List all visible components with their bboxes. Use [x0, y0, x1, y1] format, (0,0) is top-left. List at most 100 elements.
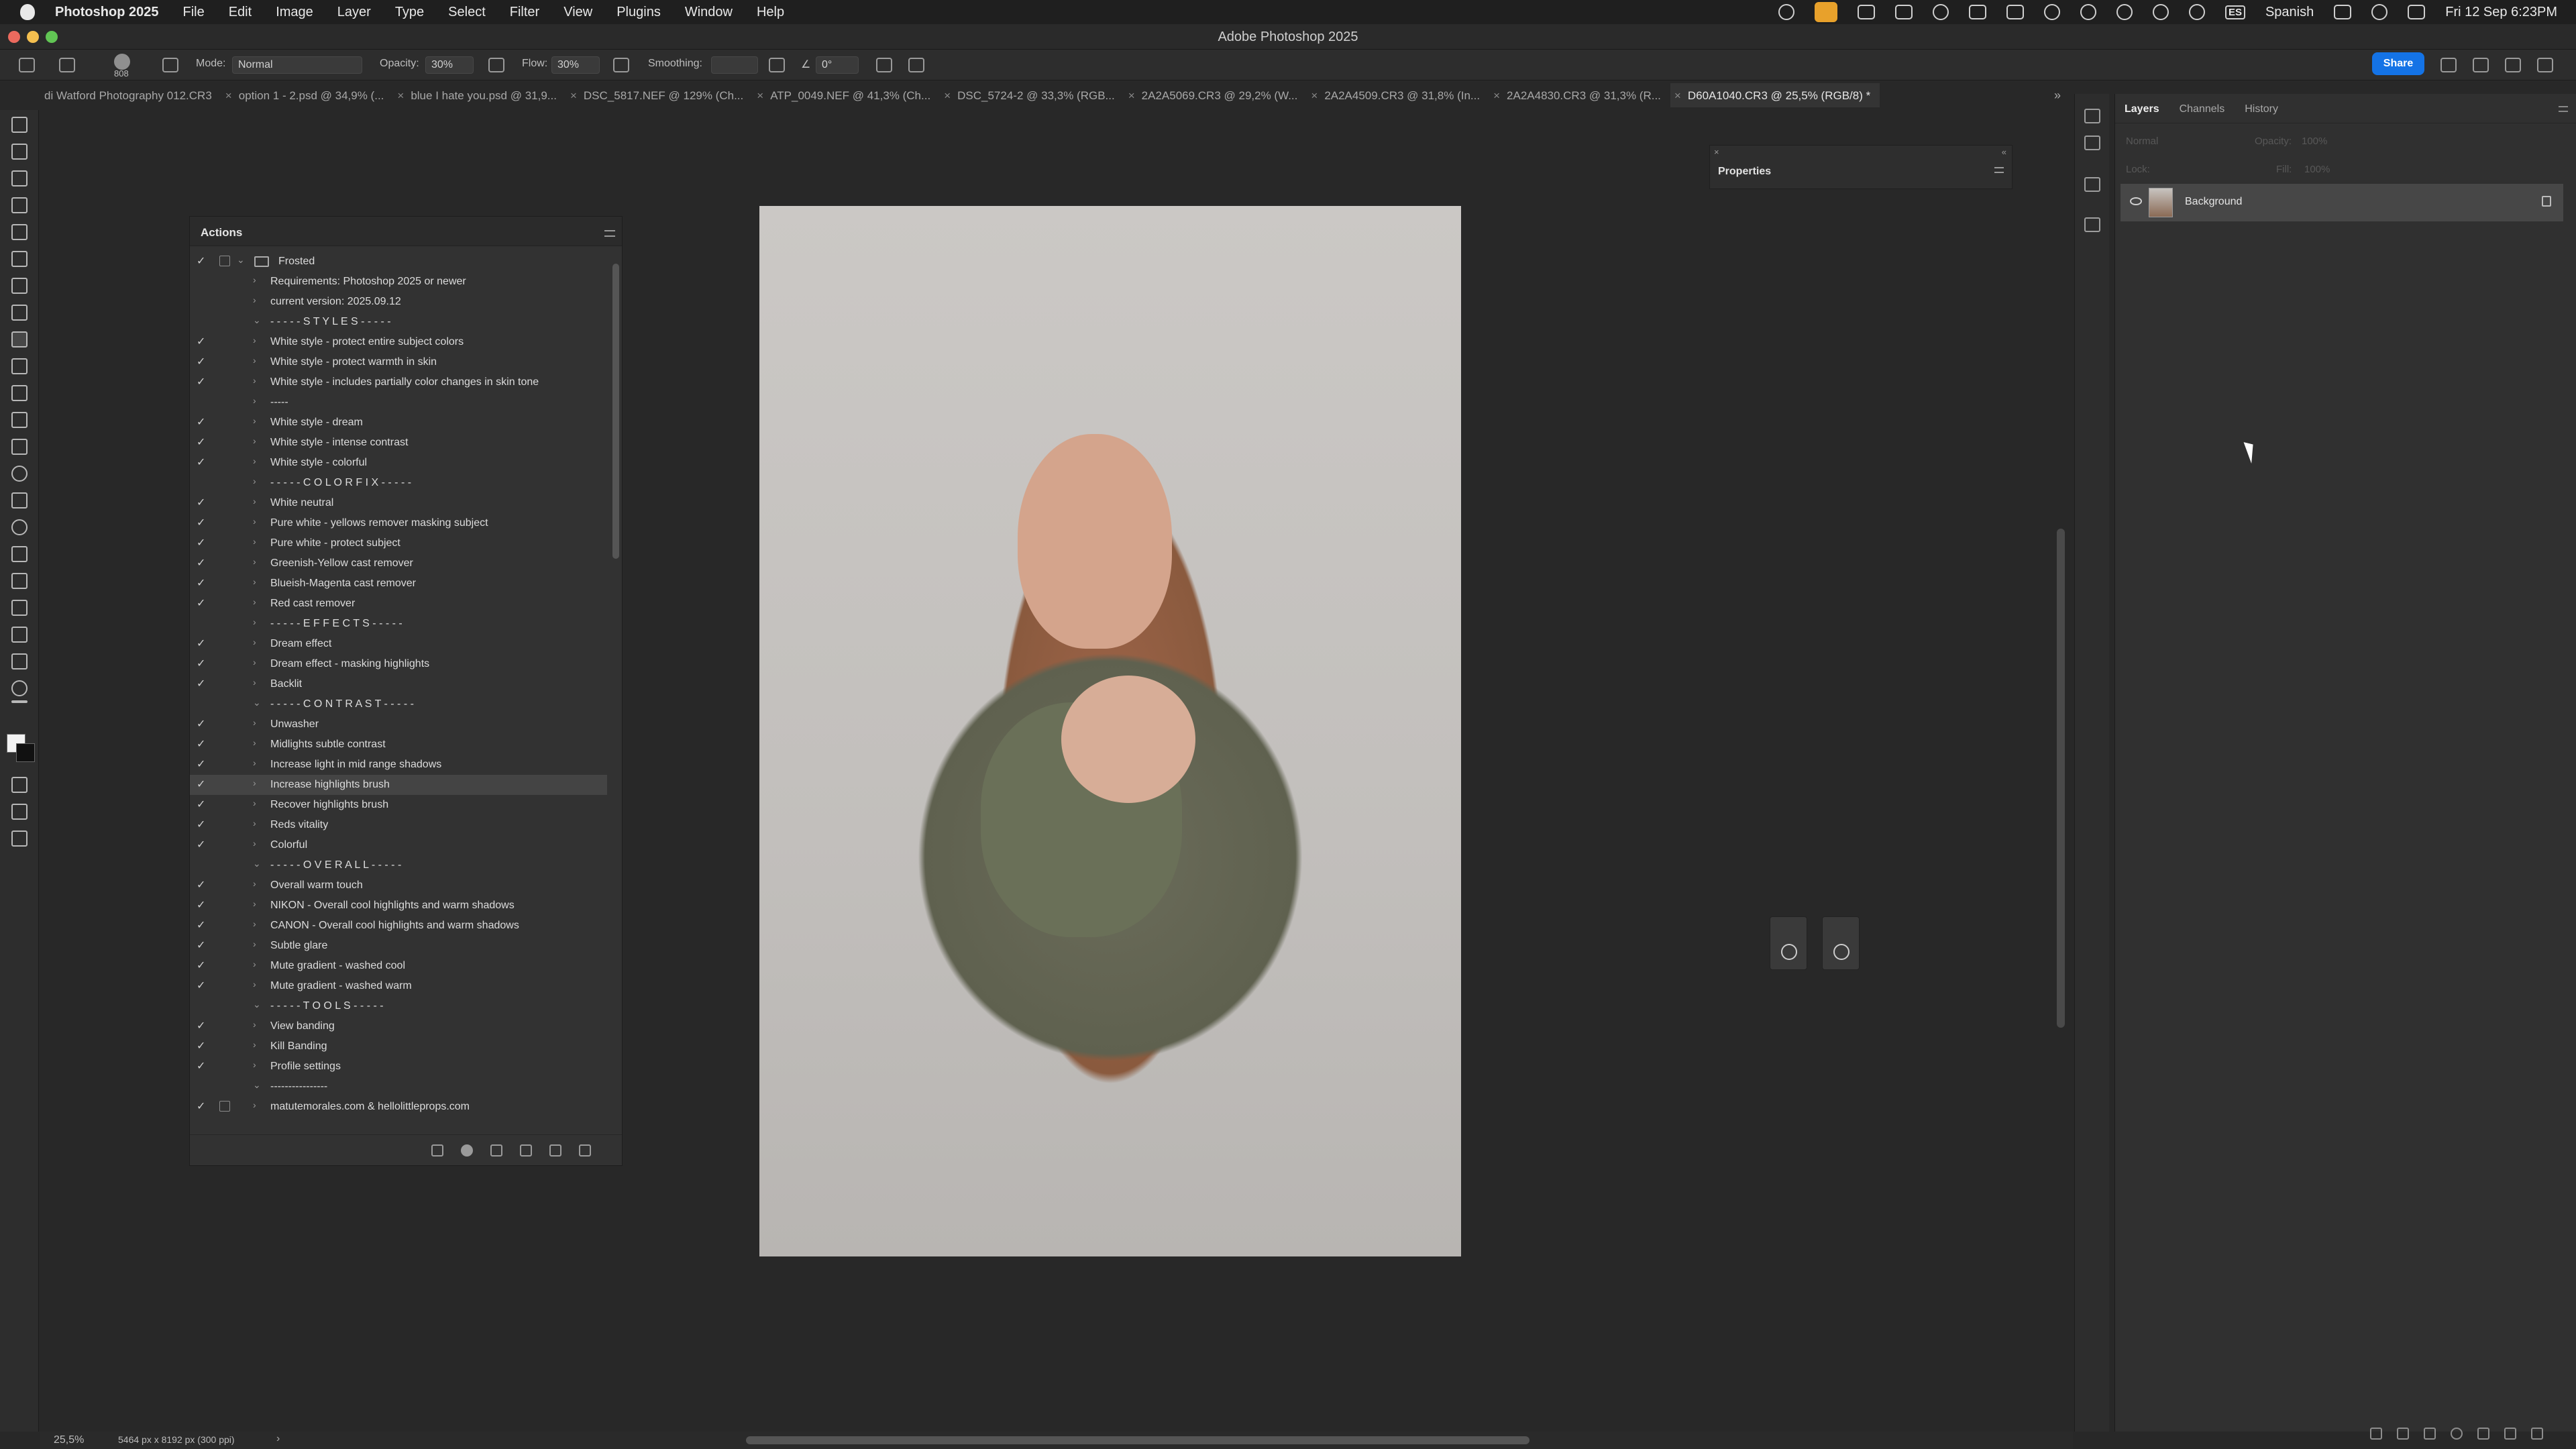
menu-image[interactable]: Image	[276, 5, 313, 20]
eyedropper-tool-icon[interactable]	[11, 278, 28, 294]
action-label[interactable]: CANON - Overall cool highlights and warm…	[270, 920, 519, 932]
contextual-taskbar-icon[interactable]	[11, 830, 28, 847]
check-icon[interactable]: ✓	[197, 596, 205, 610]
actions-panel-title[interactable]: Actions	[201, 226, 242, 239]
document-tab[interactable]: × ATP_0049.NEF @ 41,3% (Ch...	[753, 83, 940, 107]
action-row[interactable]: ⌄ - - - - - T O O L S - - - - -	[190, 996, 607, 1016]
close-tab-icon[interactable]: ×	[225, 89, 232, 102]
menu-file[interactable]: File	[182, 5, 204, 20]
chevron-right-icon[interactable]: ›	[253, 838, 256, 849]
check-icon[interactable]: ✓	[197, 1099, 205, 1113]
action-label[interactable]: Reds vitality	[270, 819, 328, 831]
info-mini-panel[interactable]	[1770, 916, 1807, 970]
action-label[interactable]: White style - protect warmth in skin	[270, 356, 437, 368]
chevron-right-icon[interactable]: ›	[253, 556, 256, 567]
frame-tool-icon[interactable]	[11, 251, 28, 267]
action-label[interactable]: ----------------	[270, 1081, 327, 1093]
action-row[interactable]: ✓ › Subtle glare	[190, 936, 607, 956]
chevron-right-icon[interactable]: ›	[253, 476, 256, 486]
close-tab-icon[interactable]: ×	[1674, 89, 1681, 102]
chevron-right-icon[interactable]: ›	[253, 677, 256, 688]
document-canvas-image[interactable]	[759, 206, 1461, 1256]
chevron-down-icon[interactable]: ⌄	[253, 315, 261, 326]
apple-menu-icon[interactable]	[20, 4, 35, 20]
zoom-tool-icon[interactable]	[11, 680, 28, 696]
actions-scrollbar[interactable]	[612, 264, 619, 559]
action-label[interactable]: NIKON - Overall cool highlights and warm…	[270, 900, 515, 912]
adjustment-layer-icon[interactable]	[2451, 1428, 2463, 1440]
home-icon[interactable]	[19, 58, 35, 72]
action-label[interactable]: White style - includes partially color c…	[270, 376, 539, 388]
record-icon[interactable]	[461, 1144, 473, 1157]
minimize-window-button[interactable]	[27, 31, 39, 43]
action-row[interactable]: › - - - - - C O L O R F I X - - - - -	[190, 473, 607, 493]
action-row[interactable]: › - - - - - E F F E C T S - - - - -	[190, 614, 607, 634]
action-row[interactable]: › current version: 2025.09.12	[190, 292, 607, 312]
play-icon[interactable]	[2152, 4, 2169, 20]
action-label[interactable]: Subtle glare	[270, 940, 327, 952]
check-icon[interactable]: ✓	[197, 838, 205, 851]
moon-icon[interactable]	[2116, 4, 2133, 20]
app-status-icon[interactable]	[1857, 5, 1875, 19]
action-label[interactable]: White style - colorful	[270, 457, 367, 469]
chevron-right-icon[interactable]: ›	[253, 435, 256, 446]
more-tabs-chevron-icon[interactable]: »	[2054, 89, 2061, 103]
check-icon[interactable]: ✓	[197, 757, 205, 771]
healing-brush-tool-icon[interactable]	[11, 305, 28, 321]
clone-source-panel-icon[interactable]	[2084, 177, 2100, 192]
share-button[interactable]: Share	[2372, 52, 2424, 75]
document-tab[interactable]: × blue I hate you.psd @ 31,9...	[393, 83, 566, 107]
check-icon[interactable]: ✓	[197, 355, 205, 368]
chevron-right-icon[interactable]: ›	[253, 415, 256, 426]
action-label[interactable]: - - - - - E F F E C T S - - - - -	[270, 618, 402, 630]
panel-menu-icon[interactable]	[1994, 167, 2004, 173]
tab-channels[interactable]: Channels	[2170, 94, 2236, 123]
action-label[interactable]: Midlights subtle contrast	[270, 739, 386, 751]
action-label[interactable]: White style - intense contrast	[270, 437, 408, 449]
brush-preset-icon[interactable]	[114, 54, 130, 70]
action-row[interactable]: ✓ › Profile settings	[190, 1057, 607, 1077]
chevron-right-icon[interactable]: ›	[253, 717, 256, 728]
blend-mode-select[interactable]: Normal	[2126, 136, 2158, 147]
action-label[interactable]: Overall warm touch	[270, 879, 363, 892]
check-icon[interactable]: ✓	[197, 254, 205, 268]
discover-lightbulb-icon[interactable]	[2505, 58, 2521, 72]
flow-field[interactable]: 30%	[551, 56, 600, 74]
action-label[interactable]: Pure white - protect subject	[270, 537, 400, 549]
document-tab[interactable]: di Watford Photography 012.CR3	[40, 83, 221, 107]
quick-mask-icon[interactable]	[11, 777, 28, 793]
check-icon[interactable]: ✓	[197, 536, 205, 549]
hand-tool-icon[interactable]	[11, 653, 28, 669]
action-row[interactable]: ✓ › Recover highlights brush	[190, 795, 607, 815]
properties-panel-title[interactable]: Properties	[1718, 166, 1771, 178]
chevron-down-icon[interactable]: ⌄	[253, 858, 261, 869]
vertical-scrollbar[interactable]	[2057, 529, 2065, 1028]
document-tab-active[interactable]: × D60A1040.CR3 @ 25,5% (RGB/8) *	[1670, 83, 1880, 107]
layer-name[interactable]: Background	[2185, 196, 2242, 208]
menu-select[interactable]: Select	[448, 5, 486, 20]
chevron-right-icon[interactable]: ›	[253, 355, 256, 366]
check-icon[interactable]: ✓	[197, 878, 205, 892]
airbrush-icon[interactable]	[613, 58, 629, 72]
check-icon[interactable]: ✓	[197, 335, 205, 348]
sync-icon[interactable]	[2043, 4, 2060, 20]
action-row[interactable]: ✓ › White style - includes partially color…	[190, 372, 607, 392]
chevron-right-icon[interactable]: ›	[253, 1099, 256, 1110]
chevron-right-icon[interactable]: ›	[253, 576, 256, 587]
shield-icon[interactable]	[1968, 5, 1986, 19]
check-icon[interactable]: ✓	[197, 798, 205, 811]
chevron-down-icon[interactable]: ⌄	[253, 697, 261, 708]
document-tab[interactable]: × 2A2A4830.CR3 @ 31,3% (R...	[1489, 83, 1670, 107]
action-label[interactable]: current version: 2025.09.12	[270, 296, 401, 308]
status-chevron-icon[interactable]: ›	[276, 1433, 280, 1445]
dialog-toggle-icon[interactable]	[219, 1101, 230, 1112]
chevron-right-icon[interactable]: ›	[253, 536, 256, 547]
eject-icon[interactable]	[2334, 5, 2352, 19]
action-row[interactable]: ✓ › View banding	[190, 1016, 607, 1036]
add-mask-icon[interactable]	[2424, 1428, 2436, 1440]
chevron-right-icon[interactable]: ›	[253, 637, 256, 647]
control-center-icon[interactable]	[2408, 5, 2426, 19]
check-icon[interactable]: ✓	[197, 737, 205, 751]
rectangle-tool-icon[interactable]	[11, 627, 28, 643]
opacity-field[interactable]: 30%	[425, 56, 474, 74]
